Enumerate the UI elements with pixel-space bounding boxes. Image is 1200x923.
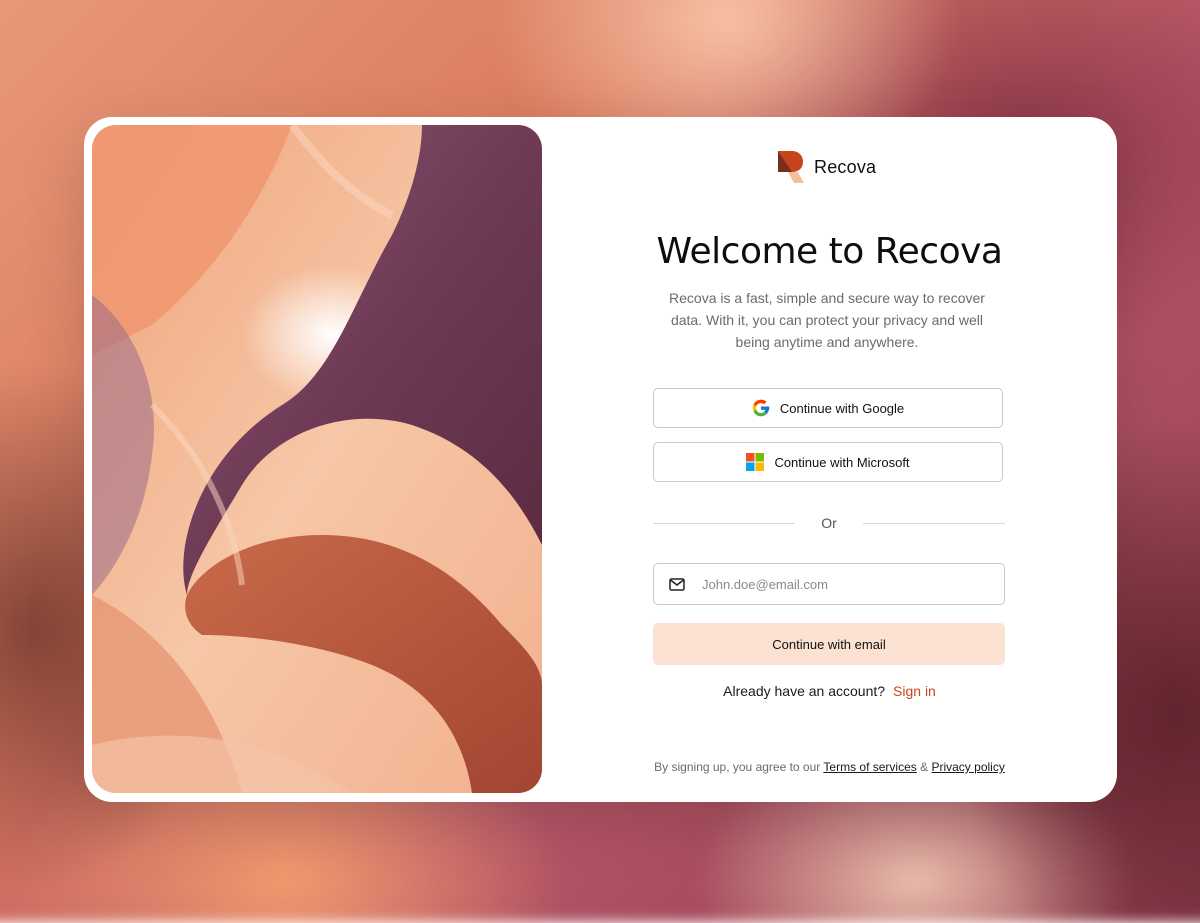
google-icon bbox=[752, 399, 770, 417]
canyon-photo bbox=[92, 125, 542, 793]
brand: Recova bbox=[778, 151, 876, 183]
privacy-link[interactable]: Privacy policy bbox=[931, 760, 1004, 774]
email-button-label: Continue with email bbox=[772, 636, 886, 652]
mail-icon bbox=[654, 577, 700, 591]
microsoft-button-label: Continue with Microsoft bbox=[774, 454, 910, 470]
email-field[interactable] bbox=[653, 563, 1005, 605]
continue-with-email-button[interactable]: Continue with email bbox=[653, 623, 1005, 665]
continue-with-google-button[interactable]: Continue with Google bbox=[653, 388, 1003, 428]
signup-panel: Recova Welcome to Recova Recova is a fas… bbox=[542, 117, 1117, 802]
continue-with-microsoft-button[interactable]: Continue with Microsoft bbox=[653, 442, 1003, 482]
email-input[interactable] bbox=[700, 575, 1004, 593]
divider-line-right bbox=[863, 522, 1005, 524]
signin-prompt-text: Already have an account? bbox=[723, 683, 886, 699]
divider-label: Or bbox=[821, 515, 837, 531]
page-title: Welcome to Recova bbox=[656, 231, 1003, 272]
legal-prefix: By signing up, you agree to our bbox=[654, 760, 821, 774]
legal-amp: & bbox=[920, 760, 929, 774]
brand-name: Recova bbox=[814, 156, 877, 177]
page-subtitle: Recova is a fast, simple and secure way … bbox=[669, 290, 985, 350]
or-divider: Or bbox=[653, 513, 1005, 533]
google-button-label: Continue with Google bbox=[779, 400, 905, 416]
terms-link[interactable]: Terms of services bbox=[823, 760, 916, 774]
legal-notice: By signing up, you agree to our Terms of… bbox=[542, 760, 1117, 774]
recova-logo-icon bbox=[778, 151, 804, 183]
divider-line-left bbox=[653, 522, 795, 524]
microsoft-icon bbox=[746, 453, 765, 471]
signin-prompt: Already have an account? Sign in bbox=[542, 683, 1117, 699]
sign-in-link[interactable]: Sign in bbox=[893, 683, 936, 699]
signup-card: Recova Welcome to Recova Recova is a fas… bbox=[84, 117, 1117, 802]
